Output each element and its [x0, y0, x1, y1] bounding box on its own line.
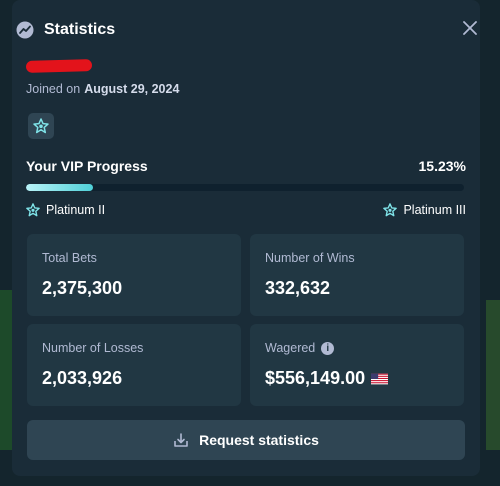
request-statistics-label: Request statistics — [199, 432, 319, 448]
vip-star-icon — [33, 118, 49, 134]
joined-date: August 29, 2024 — [84, 82, 180, 96]
joined-date-text: Joined on August 29, 2024 — [26, 82, 179, 96]
losses-label: Number of Losses — [42, 341, 144, 355]
modal-header: Statistics — [16, 18, 484, 42]
vip-progress-label: Your VIP Progress — [26, 158, 148, 174]
vip-progress-fill — [26, 184, 93, 191]
chart-trend-icon — [16, 21, 34, 39]
close-button[interactable] — [460, 18, 480, 38]
download-icon — [174, 433, 188, 447]
wagered-label-row: Wagered i — [265, 341, 449, 355]
info-icon[interactable]: i — [321, 341, 335, 355]
next-tier: Platinum III — [383, 203, 466, 217]
current-tier: Platinum II — [26, 203, 105, 217]
losses-value: 2,033,926 — [42, 368, 123, 388]
request-statistics-button[interactable]: Request statistics — [27, 420, 465, 460]
current-tier-star-icon — [26, 203, 40, 217]
joined-prefix: Joined on — [26, 82, 81, 96]
vip-badge[interactable] — [28, 113, 54, 139]
wins-label: Number of Wins — [265, 251, 355, 265]
current-tier-label: Platinum II — [46, 203, 106, 217]
us-flag-icon[interactable] — [371, 373, 389, 385]
wagered-label: Wagered — [265, 341, 316, 355]
next-tier-star-icon — [383, 203, 398, 217]
wagered-value: $556,149.00 — [265, 368, 366, 388]
next-tier-label: Platinum III — [403, 203, 466, 217]
close-icon — [463, 21, 477, 35]
modal-title: Statistics — [44, 21, 116, 38]
vip-progress-bar — [26, 184, 464, 191]
vip-progress-header: Your VIP Progress 15.23% — [26, 157, 466, 175]
vip-progress-percent: 15.23% — [418, 158, 466, 174]
wins-value: 332,632 — [265, 278, 331, 298]
total-bets-card: Total Bets 2,375,300 — [27, 234, 241, 316]
vip-tier-row: Platinum II Platinum III — [26, 201, 466, 219]
username-redacted — [25, 59, 93, 73]
background-right — [486, 300, 500, 450]
total-bets-value: 2,375,300 — [42, 278, 123, 298]
wagered-value-row: $556,149.00 — [265, 368, 449, 389]
wagered-card: Wagered i $556,149.00 — [250, 324, 464, 406]
total-bets-label: Total Bets — [42, 251, 97, 265]
losses-card: Number of Losses 2,033,926 — [27, 324, 241, 406]
wins-card: Number of Wins 332,632 — [250, 234, 464, 316]
